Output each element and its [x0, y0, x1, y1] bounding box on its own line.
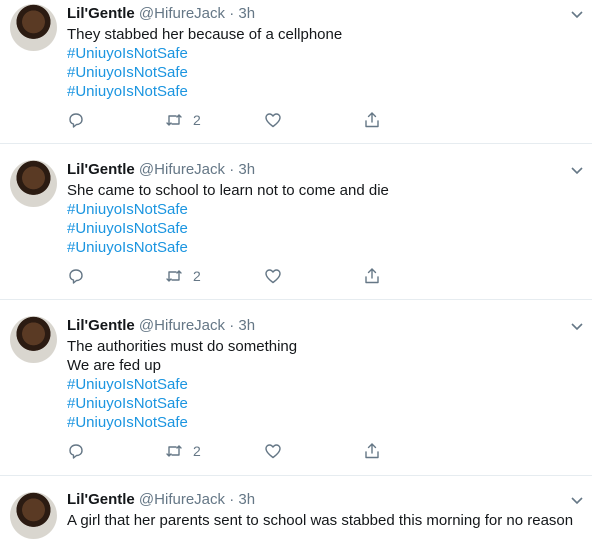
hashtag-link[interactable]: #UniuyoIsNotSafe [67, 63, 582, 82]
share-button[interactable] [363, 266, 381, 286]
like-icon [265, 269, 281, 284]
retweet-icon [166, 270, 182, 282]
reply-button[interactable] [67, 441, 85, 461]
share-button[interactable] [363, 441, 381, 461]
chevron-down-icon[interactable] [570, 7, 584, 21]
like-icon [265, 113, 281, 128]
retweet-count: 2 [193, 268, 201, 284]
tweet-header: Lil'Gentle @HifureJack · 3h [67, 160, 255, 180]
tweet-text-line: The authorities must do something [67, 338, 298, 355]
author-handle[interactable]: @HifureJack [139, 161, 225, 178]
retweet-icon [166, 445, 182, 457]
avatar[interactable] [10, 316, 57, 363]
share-button[interactable] [363, 110, 381, 130]
tweet-header: Lil'Gentle @HifureJack · 3h [67, 316, 255, 336]
tweet-time[interactable]: 3h [238, 317, 255, 334]
hashtag-link[interactable]: #UniuyoIsNotSafe [67, 82, 582, 101]
share-icon [365, 443, 379, 459]
reply-button[interactable] [67, 110, 85, 130]
reply-button[interactable] [67, 266, 85, 286]
chevron-down-icon[interactable] [570, 163, 584, 177]
reply-icon [69, 269, 83, 284]
separator-dot: · [229, 5, 235, 22]
retweet-icon [166, 114, 182, 126]
tweet[interactable]: Lil'Gentle @HifureJack · 3h She came to … [0, 144, 592, 300]
author-name[interactable]: Lil'Gentle [67, 5, 135, 22]
like-button[interactable] [264, 110, 282, 130]
author-name[interactable]: Lil'Gentle [67, 317, 135, 334]
author-name[interactable]: Lil'Gentle [67, 161, 135, 178]
author-handle[interactable]: @HifureJack [139, 491, 225, 508]
tweet-header: Lil'Gentle @HifureJack · 3h [67, 490, 255, 510]
hashtag-link[interactable]: #UniuyoIsNotSafe [67, 44, 582, 63]
avatar[interactable] [10, 160, 57, 207]
chevron-down-icon[interactable] [570, 493, 584, 507]
reply-icon [69, 113, 83, 128]
like-icon [265, 444, 281, 459]
like-button[interactable] [264, 441, 282, 461]
avatar[interactable] [10, 4, 57, 51]
hashtag-link[interactable]: #UniuyoIsNotSafe [67, 219, 582, 238]
hashtag-link[interactable]: #UniuyoIsNotSafe [67, 375, 582, 394]
author-handle[interactable]: @HifureJack [139, 5, 225, 22]
hashtag-link[interactable]: #UniuyoIsNotSafe [67, 394, 582, 413]
tweet-text: A girl that her parents sent to school w… [67, 511, 582, 530]
retweet-button[interactable]: 2 [165, 266, 201, 286]
share-icon [365, 112, 379, 128]
tweet-text: They stabbed her because of a cellphone … [67, 25, 582, 101]
retweet-button[interactable]: 2 [165, 110, 201, 130]
hashtag-link[interactable]: #UniuyoIsNotSafe [67, 238, 582, 257]
tweet-actions: 2 [67, 441, 487, 461]
tweet-time[interactable]: 3h [238, 491, 255, 508]
separator-dot: · [229, 161, 235, 178]
chevron-down-icon[interactable] [570, 319, 584, 333]
author-name[interactable]: Lil'Gentle [67, 491, 135, 508]
separator-dot: · [229, 317, 235, 334]
reply-icon [69, 444, 83, 459]
tweet-text-line: She came to school to learn not to come … [67, 182, 389, 199]
tweet-text: The authorities must do something We are… [67, 337, 582, 432]
hashtag-link[interactable]: #UniuyoIsNotSafe [67, 200, 582, 219]
tweet[interactable]: Lil'Gentle @HifureJack · 3h A girl that … [0, 476, 592, 539]
tweet-actions: 2 [67, 110, 487, 130]
separator-dot: · [229, 491, 235, 508]
tweet-text-line: A girl that her parents sent to school w… [67, 512, 574, 529]
tweet-header: Lil'Gentle @HifureJack · 3h [67, 4, 255, 24]
tweet-actions: 2 [67, 266, 487, 286]
share-icon [365, 268, 379, 284]
tweet-text: She came to school to learn not to come … [67, 181, 582, 257]
author-handle[interactable]: @HifureJack [139, 317, 225, 334]
retweet-count: 2 [193, 443, 201, 459]
tweet-text-line: We are fed up [67, 357, 161, 374]
retweet-count: 2 [193, 112, 201, 128]
like-button[interactable] [264, 266, 282, 286]
retweet-button[interactable]: 2 [165, 441, 201, 461]
tweet[interactable]: Lil'Gentle @HifureJack · 3h The authorit… [0, 300, 592, 476]
tweet-time[interactable]: 3h [238, 5, 255, 22]
tweet-text-line: They stabbed her because of a cellphone [67, 26, 343, 43]
hashtag-link[interactable]: #UniuyoIsNotSafe [67, 413, 582, 432]
tweet-time[interactable]: 3h [238, 161, 255, 178]
tweet[interactable]: Lil'Gentle @HifureJack · 3h They stabbed… [0, 0, 592, 144]
